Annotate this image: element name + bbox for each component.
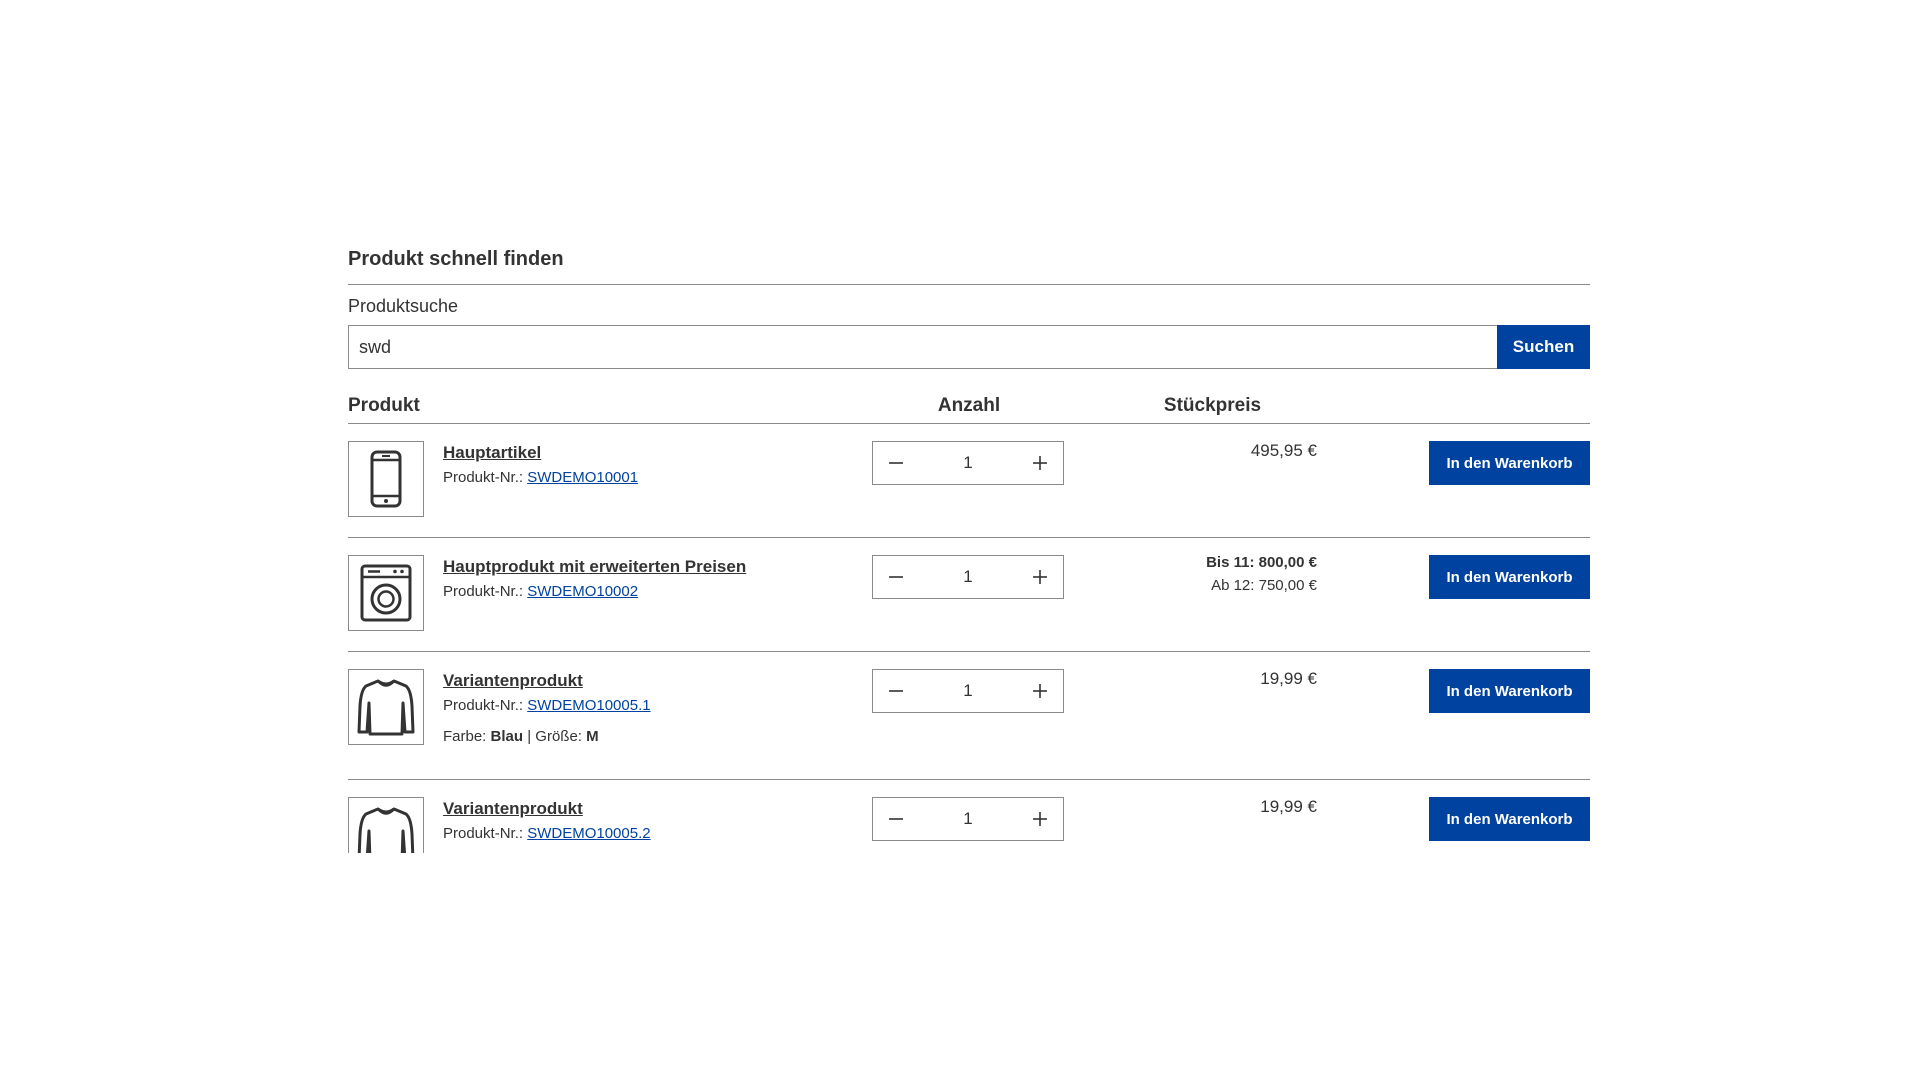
unit-price: 19,99 € [1260, 669, 1317, 688]
unit-price: 19,99 € [1260, 797, 1317, 816]
increase-button[interactable] [1017, 442, 1063, 484]
product-number: Produkt-Nr.: SWDEMO10001 [443, 469, 873, 486]
product-number-label: Produkt-Nr.: [443, 825, 524, 842]
sweater-icon [357, 679, 415, 736]
decrease-button[interactable] [873, 670, 919, 712]
tier-price-1: Bis 11: 800,00 € [1206, 554, 1317, 571]
quantity-value[interactable]: 1 [963, 681, 972, 701]
minus-icon [889, 690, 903, 692]
product-info: Hauptartikel Produkt-Nr.: SWDEMO10001 [443, 441, 873, 537]
header-product: Produkt [348, 395, 420, 416]
product-thumbnail[interactable] [348, 669, 424, 745]
increase-button[interactable] [1017, 556, 1063, 598]
table-row: Hauptartikel Produkt-Nr.: SWDEMO10001 1 … [348, 424, 1590, 538]
add-to-cart-button[interactable]: In den Warenkorb [1429, 441, 1590, 485]
table-row: Variantenprodukt Produkt-Nr.: SWDEMO1000… [348, 652, 1590, 780]
add-to-cart-button[interactable]: In den Warenkorb [1429, 555, 1590, 599]
quantity-value[interactable]: 1 [963, 453, 972, 473]
product-thumbnail[interactable] [348, 555, 424, 631]
plus-icon [1033, 812, 1047, 826]
increase-button[interactable] [1017, 670, 1063, 712]
table-header: Produkt Anzahl Stückpreis [348, 389, 1590, 424]
decrease-button[interactable] [873, 556, 919, 598]
panel-title: Produkt schnell finden [348, 248, 1590, 285]
plus-icon [1033, 456, 1047, 470]
product-number-link[interactable]: SWDEMO10001 [527, 469, 638, 486]
product-info: Hauptprodukt mit erweiterten Preisen Pro… [443, 555, 873, 651]
quantity-value[interactable]: 1 [963, 567, 972, 587]
table-row: Variantenprodukt Produkt-Nr.: SWDEMO1000… [348, 780, 1590, 853]
search-row: Suchen [348, 325, 1590, 369]
smartphone-icon [370, 450, 402, 508]
quantity-stepper: 1 [872, 669, 1064, 713]
product-name-link[interactable]: Hauptprodukt mit erweiterten Preisen [443, 557, 746, 577]
quantity-stepper: 1 [872, 797, 1064, 841]
quantity-stepper: 1 [872, 555, 1064, 599]
product-number: Produkt-Nr.: SWDEMO10005.2 [443, 825, 873, 842]
color-label: Farbe: [443, 728, 487, 745]
product-number: Produkt-Nr.: SWDEMO10005.1 [443, 697, 873, 714]
size-label: Größe: [535, 728, 582, 745]
product-search-input[interactable] [348, 325, 1497, 369]
variant-separator: | [527, 728, 532, 745]
decrease-button[interactable] [873, 442, 919, 484]
color-value: Blau [490, 728, 524, 745]
add-to-cart-button[interactable]: In den Warenkorb [1429, 797, 1590, 841]
washing-machine-icon [360, 564, 412, 622]
header-quantity: Anzahl [937, 395, 1001, 416]
size-value: M [586, 728, 599, 745]
product-name-link[interactable]: Hauptartikel [443, 443, 541, 463]
unit-price: 495,95 € [1250, 441, 1317, 460]
product-number-link[interactable]: SWDEMO10005.1 [527, 697, 650, 714]
product-number-link[interactable]: SWDEMO10005.2 [527, 825, 650, 842]
product-info: Variantenprodukt Produkt-Nr.: SWDEMO1000… [443, 669, 873, 779]
add-to-cart-button[interactable]: In den Warenkorb [1429, 669, 1590, 713]
product-number-label: Produkt-Nr.: [443, 697, 524, 714]
table-row: Hauptprodukt mit erweiterten Preisen Pro… [348, 538, 1590, 652]
minus-icon [889, 462, 903, 464]
product-name-link[interactable]: Variantenprodukt [443, 671, 583, 691]
quantity-value[interactable]: 1 [963, 809, 972, 829]
product-number-label: Produkt-Nr.: [443, 583, 524, 600]
increase-button[interactable] [1017, 798, 1063, 840]
product-thumbnail[interactable] [348, 797, 424, 853]
variant-options: Farbe: Blau | Größe: M [443, 728, 873, 745]
search-label: Produktsuche [348, 296, 459, 316]
product-number-label: Produkt-Nr.: [443, 469, 524, 486]
quick-order-panel: Produkt schnell finden Produktsuche Such… [348, 248, 1590, 853]
plus-icon [1033, 570, 1047, 584]
product-number-link[interactable]: SWDEMO10002 [527, 583, 638, 600]
results-table: Produkt Anzahl Stückpreis Hauptartikel P… [348, 389, 1590, 853]
minus-icon [889, 576, 903, 578]
product-info: Variantenprodukt Produkt-Nr.: SWDEMO1000… [443, 797, 873, 853]
tier-price-2: Ab 12: 750,00 € [1211, 577, 1317, 594]
product-number: Produkt-Nr.: SWDEMO10002 [443, 583, 873, 600]
sweater-icon [357, 807, 415, 853]
product-name-link[interactable]: Variantenprodukt [443, 799, 583, 819]
minus-icon [889, 818, 903, 820]
plus-icon [1033, 684, 1047, 698]
quantity-stepper: 1 [872, 441, 1064, 485]
search-button[interactable]: Suchen [1497, 325, 1590, 369]
product-thumbnail[interactable] [348, 441, 424, 517]
decrease-button[interactable] [873, 798, 919, 840]
header-unit-price: Stückpreis [1163, 395, 1262, 416]
